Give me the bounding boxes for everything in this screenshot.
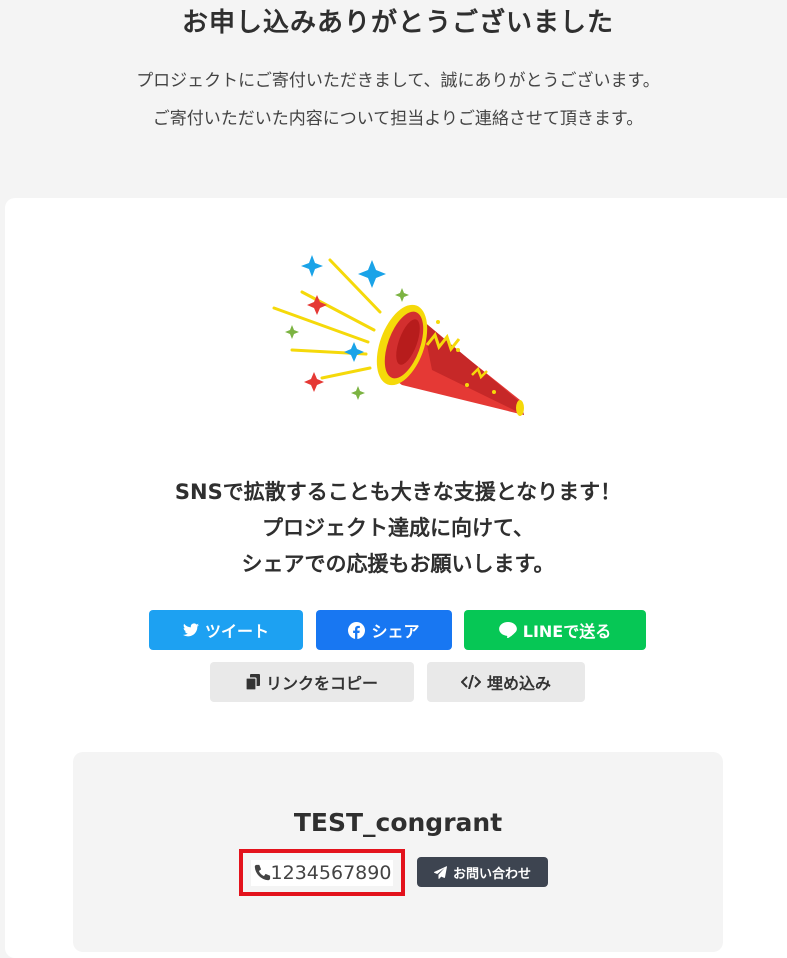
share-encouragement: SNSで拡散することも大きな支援となります！ プロジェクト達成に向けて、 シェア…	[0, 474, 787, 582]
tweet-label: ツイート	[204, 622, 269, 641]
tweet-button[interactable]: ツイート	[149, 610, 303, 650]
line-send-button[interactable]: LINEで送る	[464, 610, 646, 650]
organization-name: TEST_congrant	[293, 808, 503, 837]
share-line-1: SNSで拡散することも大きな支援となります！	[174, 480, 622, 504]
contact-button[interactable]: お問い合わせ	[417, 857, 548, 887]
copy-icon	[245, 674, 260, 690]
line-chat-bubble-icon	[498, 622, 517, 638]
facebook-icon	[348, 621, 366, 639]
contact-label: お問い合わせ	[452, 866, 531, 882]
thanks-message: プロジェクトにご寄付いただきまして、誠にありがとうございます。 ご寄付いただいた…	[0, 62, 787, 138]
thanks-line-1: プロジェクトにご寄付いただきまして、誠にありがとうございます。	[136, 71, 660, 91]
horn	[376, 304, 524, 416]
embed-label: 埋め込み	[486, 674, 551, 693]
facebook-share-button[interactable]: シェア	[316, 610, 452, 650]
phone-number: 1234567890	[270, 861, 392, 884]
code-icon	[460, 675, 481, 689]
phone-highlight: 1234567890	[239, 849, 405, 896]
party-horn-illustration	[272, 255, 524, 416]
share-line-2: プロジェクト達成に向けて、	[262, 516, 534, 540]
embed-button[interactable]: 埋め込み	[427, 662, 585, 702]
phone-number-field[interactable]: 1234567890	[250, 859, 394, 886]
thanks-line-2: ご寄付いただいた内容について担当よりご連絡させて頂きます。	[152, 109, 644, 129]
page-title: お申し込みありがとうございました	[181, 8, 614, 38]
copy-link-label: リンクをコピー	[265, 674, 378, 693]
phone-icon	[254, 864, 270, 880]
line-send-label: LINEで送る	[522, 622, 612, 641]
copy-link-button[interactable]: リンクをコピー	[210, 662, 414, 702]
paper-plane-icon	[433, 865, 447, 879]
facebook-share-label: シェア	[371, 622, 420, 641]
twitter-bird-icon	[182, 623, 199, 637]
share-line-3: シェアでの応援もお願いします。	[241, 552, 555, 576]
